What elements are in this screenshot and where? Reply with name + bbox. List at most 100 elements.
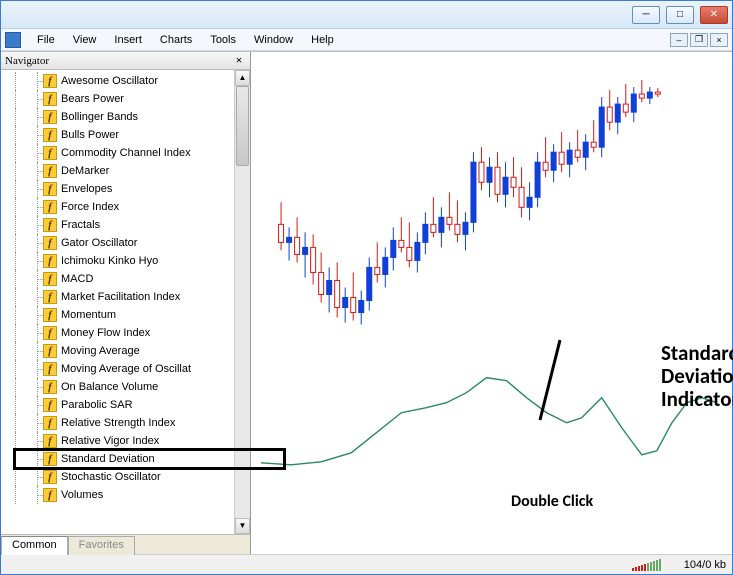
menu-help[interactable]: Help [303,31,342,49]
tree-item-label: Market Facilitation Index [61,291,180,303]
tab-favorites[interactable]: Favorites [68,536,135,555]
indicator-icon: f [43,200,57,214]
indicator-icon: f [43,218,57,232]
menu-insert[interactable]: Insert [106,31,150,49]
titlebar: ─ □ ✕ [1,1,732,29]
tree-item[interactable]: fRelative Strength Index [7,414,234,432]
navigator-header: Navigator × [1,52,250,70]
tree-item[interactable]: f Force Index [7,198,234,216]
tab-common[interactable]: Common [1,536,68,555]
indicator-icon: f [43,182,57,196]
tree-item[interactable]: f Parabolic SAR [7,396,234,414]
chart-canvas [251,52,732,528]
tree-item-label: Relative Vigor Index [61,435,159,447]
tree-item[interactable]: f On Balance Volume [7,378,234,396]
mdi-close-button[interactable]: × [710,33,728,47]
scroll-up-button[interactable]: ▲ [235,70,250,86]
mdi-restore-button[interactable]: ❐ [690,33,708,47]
tree-item[interactable]: f Bollinger Bands [7,108,234,126]
indicator-icon: f [43,254,57,268]
menu-window[interactable]: Window [246,31,301,49]
tree-item[interactable]: fMoney Flow Index [7,324,234,342]
tree-item[interactable]: f Momentum [7,306,234,324]
tree-item-label: Ichimoku Kinko Hyo [61,255,158,267]
content-area: Navigator × f Awesome Oscillator f Bears Po… [1,51,732,554]
indicator-icon: f [43,488,57,502]
menubar: File View Insert Charts Tools Window Hel… [1,29,732,51]
tree-item[interactable]: f Commodity Channel Index [7,144,234,162]
statusbar: 104/0 kb [1,554,732,574]
tree-item-label: Parabolic SAR [61,399,133,411]
indicator-icon: f [43,326,57,340]
tree-item[interactable]: f Bears Power [7,90,234,108]
menu-tools[interactable]: Tools [202,31,244,49]
app-window: ─ □ ✕ File View Insert Charts Tools Wind… [0,0,733,575]
tree-item[interactable]: f DeMarker [7,162,234,180]
scroll-thumb[interactable] [236,86,249,166]
status-kb: 104/0 kb [684,559,726,571]
tree-item-label: On Balance Volume [61,381,158,393]
tree-item-label: Force Index [61,201,119,213]
tree-item[interactable]: f Bulls Power [7,126,234,144]
tree-item-label: Moving Average of Oscillat [61,363,191,375]
menu-charts[interactable]: Charts [152,31,200,49]
indicator-icon: f [43,164,57,178]
indicator-icon: f [43,362,57,376]
indicator-icon: f [43,380,57,394]
tree-item-label: Volumes [61,489,103,501]
tree-item[interactable]: f Stochastic Oscillator [7,468,234,486]
tree-item[interactable]: f Awesome Oscillator [7,72,234,90]
navigator-close-button[interactable]: × [232,54,246,68]
indicator-icon: f [43,308,57,322]
tree-item-label: Gator Oscillator [61,237,137,249]
tree-item-label: Bulls Power [61,129,119,141]
tree-item-label: Awesome Oscillator [61,75,158,87]
tree-item-label: MACD [61,273,93,285]
maximize-button[interactable]: □ [666,6,694,24]
tree-item[interactable]: f Moving Average of Oscillat [7,360,234,378]
indicator-icon: f [43,236,57,250]
tree-item-label: Stochastic Oscillator [61,471,161,483]
minimize-button[interactable]: ─ [632,6,660,24]
tree-item[interactable]: fMACD [7,270,234,288]
navigator-panel: Navigator × f Awesome Oscillator f Bears Po… [1,52,251,554]
tree-item-label: DeMarker [61,165,109,177]
indicator-icon: f [43,470,57,484]
indicator-icon: f [43,398,57,412]
indicator-icon: f [43,74,57,88]
indicator-icon: f [43,344,57,358]
menu-file[interactable]: File [29,31,63,49]
tree-item-label: Bollinger Bands [61,111,138,123]
indicator-icon: f [43,434,57,448]
chart-area[interactable]: Standard Deviation Indicator Double Clic… [251,52,732,554]
tree-item[interactable]: f Fractals [7,216,234,234]
indicator-icon: f [43,416,57,430]
indicator-icon: f [43,290,57,304]
indicator-icon: f [43,146,57,160]
tree-item[interactable]: f Ichimoku Kinko Hyo [7,252,234,270]
tree-item-label: Momentum [61,309,116,321]
navigator-title: Navigator [5,55,49,67]
annotation-main: Standard Deviation Indicator [661,342,733,411]
scroll-down-button[interactable]: ▼ [235,518,250,534]
tree-item-label: Bears Power [61,93,124,105]
connection-bars-icon [632,559,674,571]
tree-item-label: Moving Average [61,345,140,357]
indicator-icon: f [43,128,57,142]
tree-item-label: Commodity Channel Index [61,147,191,159]
indicator-icon: f [43,92,57,106]
menu-view[interactable]: View [65,31,105,49]
mdi-minimize-button[interactable]: – [670,33,688,47]
tree-item[interactable]: f Envelopes [7,180,234,198]
close-button[interactable]: ✕ [700,6,728,24]
tree-item[interactable]: f Gator Oscillator [7,234,234,252]
highlight-box [13,448,286,470]
navigator-tabs: Common Favorites [1,534,250,554]
indicator-icon: f [43,110,57,124]
tree-item-label: Envelopes [61,183,112,195]
tree-item-label: Fractals [61,219,100,231]
annotation-double-click: Double Click [511,492,593,511]
tree-item[interactable]: f Volumes [7,486,234,504]
tree-item[interactable]: f Market Facilitation Index [7,288,234,306]
tree-item[interactable]: f Moving Average [7,342,234,360]
